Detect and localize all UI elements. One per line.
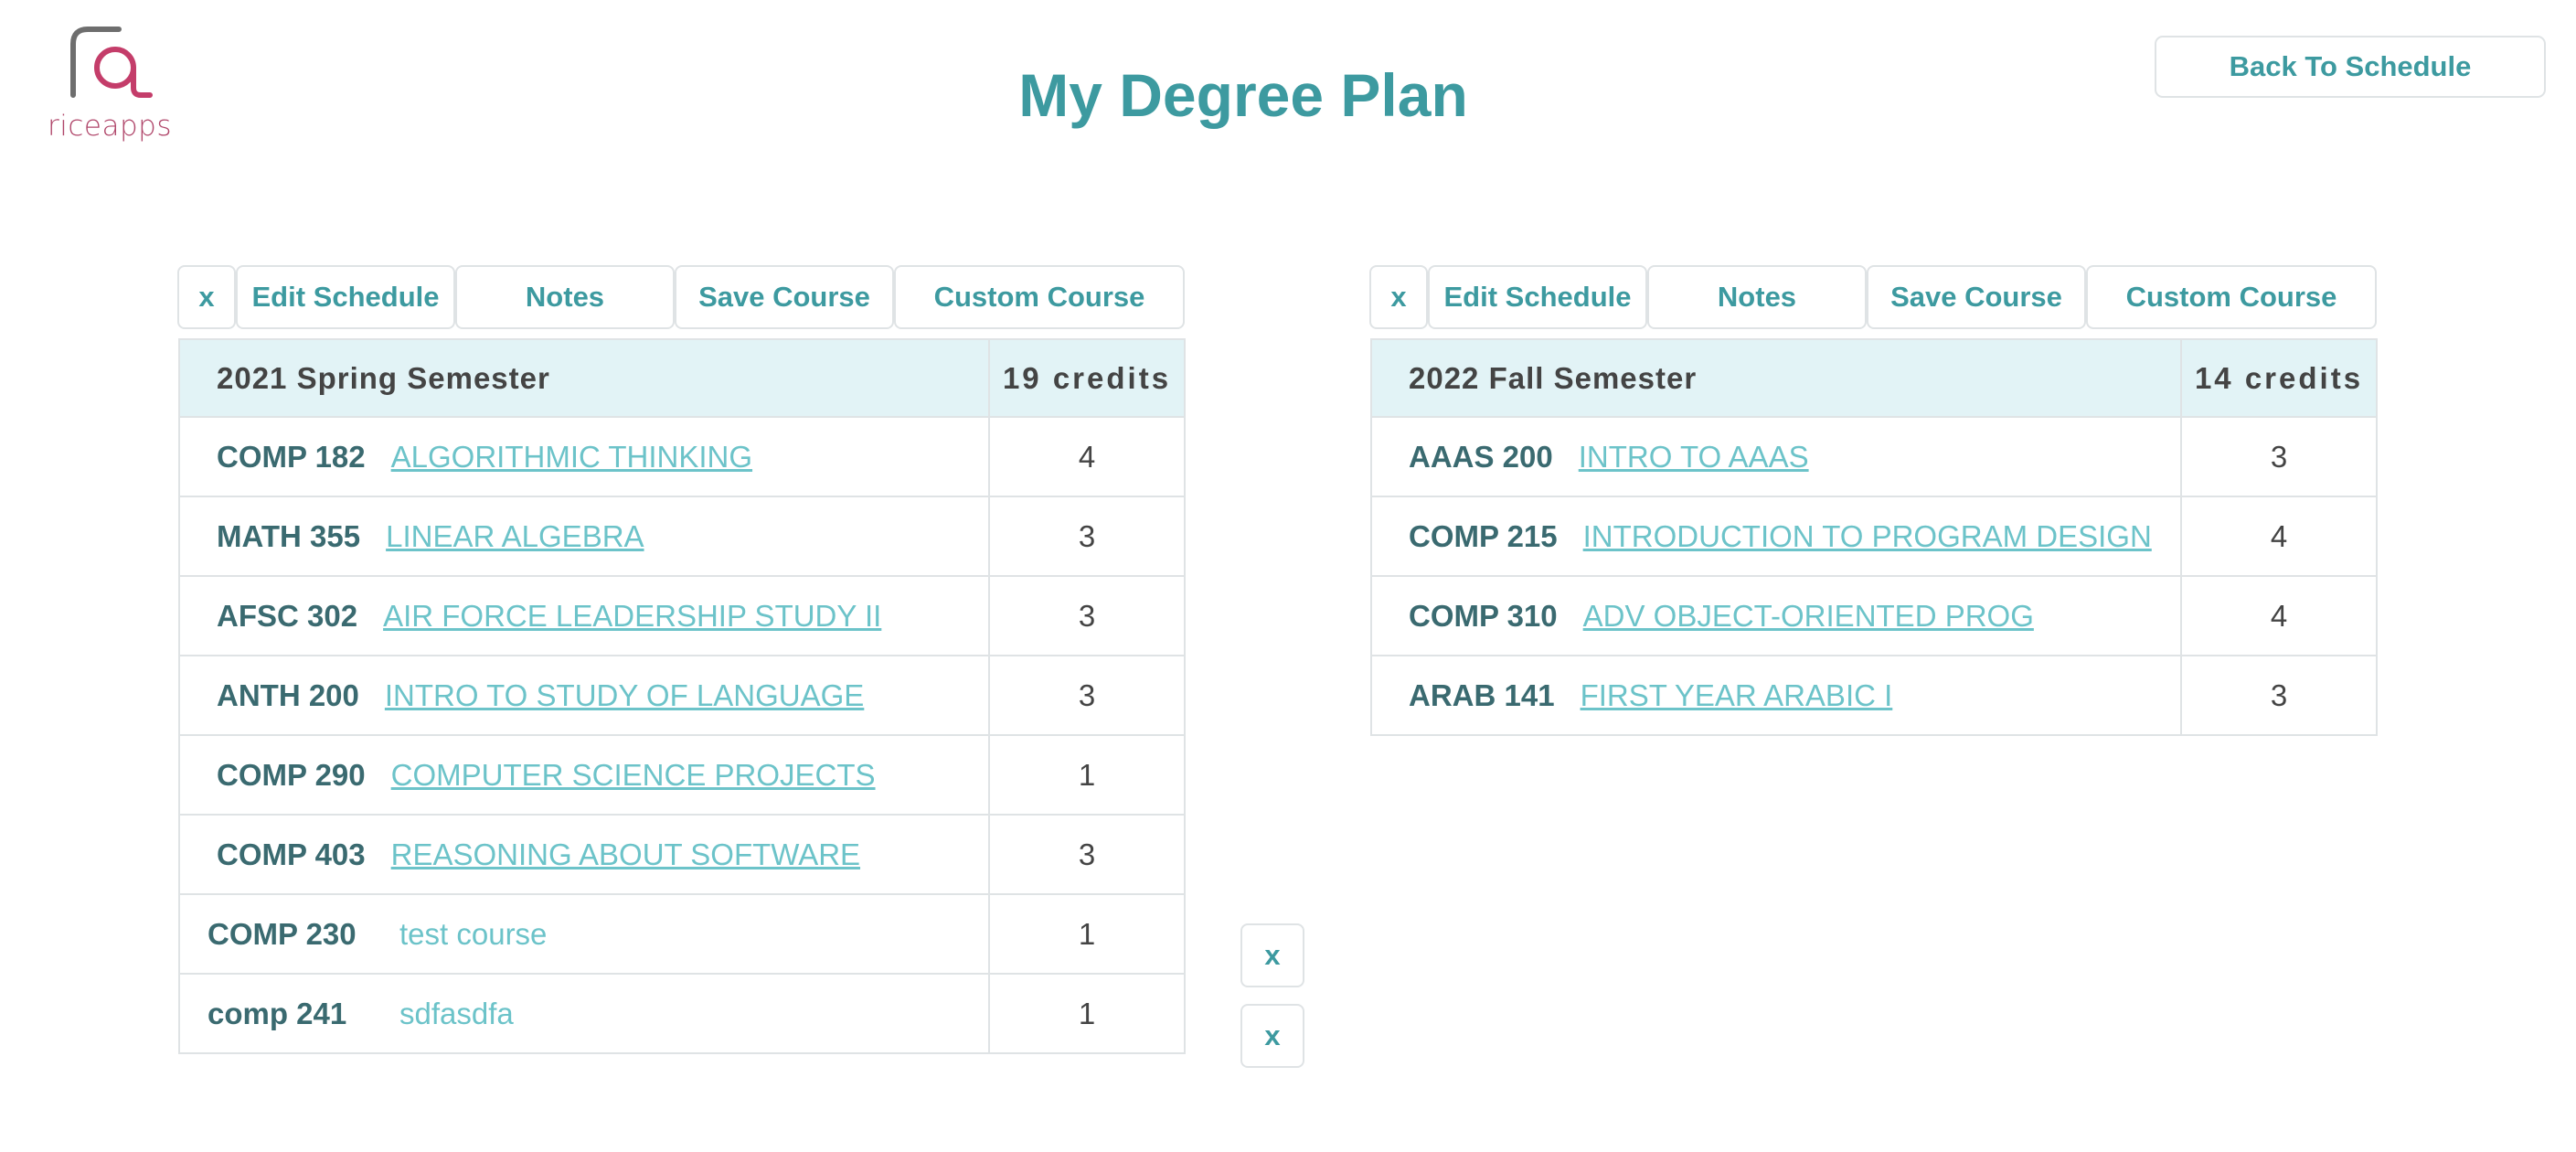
notes-button[interactable]: Notes xyxy=(455,265,675,329)
course-name-link[interactable]: ADV OBJECT-ORIENTED PROG xyxy=(1583,599,2034,633)
semester-toolbar: x Edit Schedule Notes Save Course Custom… xyxy=(177,265,1187,329)
course-credits: 3 xyxy=(988,814,1186,895)
semester-name: 2021 Spring Semester xyxy=(178,338,990,418)
course-code: AAAS 200 xyxy=(1409,439,1553,474)
custom-course-code: comp 241 xyxy=(208,996,347,1030)
course-credits: 3 xyxy=(988,496,1186,577)
notes-button[interactable]: Notes xyxy=(1647,265,1867,329)
riceapps-logo-icon xyxy=(70,27,153,98)
custom-course-name: test course xyxy=(399,916,548,951)
remove-semester-button[interactable]: x xyxy=(177,265,236,329)
course-row: ARAB 141 FIRST YEAR ARABIC I 3 xyxy=(1370,655,2378,736)
course-row: AFSC 302 AIR FORCE LEADERSHIP STUDY II 3 xyxy=(178,575,1186,656)
course-credits: 3 xyxy=(988,655,1186,736)
custom-course-button[interactable]: Custom Course xyxy=(2086,265,2377,329)
semester-name: 2022 Fall Semester xyxy=(1370,338,2182,418)
course-code: MATH 355 xyxy=(217,518,361,553)
remove-semester-button[interactable]: x xyxy=(1369,265,1428,329)
course-code: ARAB 141 xyxy=(1409,677,1555,712)
semester-panel-fall-2022: x Edit Schedule Notes Save Course Custom… xyxy=(1369,265,2379,736)
custom-course-credits: 1 xyxy=(988,893,1186,975)
riceapps-logo[interactable]: riceapps xyxy=(46,24,183,152)
course-name-link[interactable]: INTRO TO AAAS xyxy=(1579,440,1809,474)
course-name-link[interactable]: LINEAR ALGEBRA xyxy=(386,519,644,553)
custom-course-code: COMP 230 xyxy=(208,916,357,951)
course-row: MATH 355 LINEAR ALGEBRA 3 xyxy=(178,496,1186,577)
course-code: COMP 403 xyxy=(217,837,366,871)
course-name-link[interactable]: AIR FORCE LEADERSHIP STUDY II xyxy=(383,599,881,633)
back-to-schedule-button[interactable]: Back To Schedule xyxy=(2155,36,2546,98)
custom-course-credits: 1 xyxy=(988,973,1186,1054)
course-code: AFSC 302 xyxy=(217,598,358,633)
custom-course-name: sdfasdfa xyxy=(399,996,514,1030)
course-credits: 1 xyxy=(988,734,1186,816)
course-name-link[interactable]: INTRODUCTION TO PROGRAM DESIGN xyxy=(1583,519,2152,553)
semester-credits: 14 credits xyxy=(2180,338,2378,418)
logo-text: riceapps xyxy=(48,110,172,143)
save-course-button[interactable]: Save Course xyxy=(1867,265,2086,329)
course-row: COMP 182 ALGORITHMIC THINKING 4 xyxy=(178,416,1186,497)
course-name-link[interactable]: ALGORITHMIC THINKING xyxy=(391,440,752,474)
course-credits: 3 xyxy=(2180,655,2378,736)
course-credits: 4 xyxy=(2180,496,2378,577)
semester-course-table: 2022 Fall Semester 14 credits AAAS 200 IN… xyxy=(1370,338,2378,736)
course-row: COMP 310 ADV OBJECT-ORIENTED PROG 4 xyxy=(1370,575,2378,656)
semester-panel-spring-2021: x Edit Schedule Notes Save Course Custom… xyxy=(177,265,1187,1054)
course-name-link[interactable]: INTRO TO STUDY OF LANGUAGE xyxy=(385,678,864,712)
custom-course-button[interactable]: Custom Course xyxy=(894,265,1185,329)
course-code: COMP 215 xyxy=(1409,518,1558,553)
course-code: COMP 310 xyxy=(1409,598,1558,633)
course-code: COMP 290 xyxy=(217,757,366,792)
semester-toolbar: x Edit Schedule Notes Save Course Custom… xyxy=(1369,265,2379,329)
semester-header-row: 2022 Fall Semester 14 credits xyxy=(1370,338,2378,418)
semester-course-table: 2021 Spring Semester 19 credits COMP 182… xyxy=(178,338,1186,1054)
course-row: COMP 290 COMPUTER SCIENCE PROJECTS 1 xyxy=(178,734,1186,816)
course-code: COMP 182 xyxy=(217,439,366,474)
semester-credits: 19 credits xyxy=(988,338,1186,418)
course-row: COMP 215 INTRODUCTION TO PROGRAM DESIGN 4 xyxy=(1370,496,2378,577)
custom-course-row: COMP 230 test course 1 xyxy=(178,893,1186,975)
course-credits: 3 xyxy=(988,575,1186,656)
course-credits: 4 xyxy=(988,416,1186,497)
page-title: My Degree Plan xyxy=(1018,61,1468,129)
course-name-link[interactable]: COMPUTER SCIENCE PROJECTS xyxy=(391,758,876,792)
semester-header-row: 2021 Spring Semester 19 credits xyxy=(178,338,1186,418)
custom-course-row: comp 241 sdfasdfa 1 xyxy=(178,973,1186,1054)
course-name-link[interactable]: REASONING ABOUT SOFTWARE xyxy=(391,837,860,871)
course-credits: 4 xyxy=(2180,575,2378,656)
delete-custom-course-button[interactable]: x xyxy=(1240,923,1304,987)
course-name-link[interactable]: FIRST YEAR ARABIC I xyxy=(1581,678,1893,712)
course-code: ANTH 200 xyxy=(217,677,359,712)
course-row: AAAS 200 INTRO TO AAAS 3 xyxy=(1370,416,2378,497)
edit-schedule-button[interactable]: Edit Schedule xyxy=(236,265,455,329)
course-row: COMP 403 REASONING ABOUT SOFTWARE 3 xyxy=(178,814,1186,895)
course-row: ANTH 200 INTRO TO STUDY OF LANGUAGE 3 xyxy=(178,655,1186,736)
delete-custom-course-button[interactable]: x xyxy=(1240,1004,1304,1068)
save-course-button[interactable]: Save Course xyxy=(675,265,894,329)
course-credits: 3 xyxy=(2180,416,2378,497)
edit-schedule-button[interactable]: Edit Schedule xyxy=(1428,265,1647,329)
